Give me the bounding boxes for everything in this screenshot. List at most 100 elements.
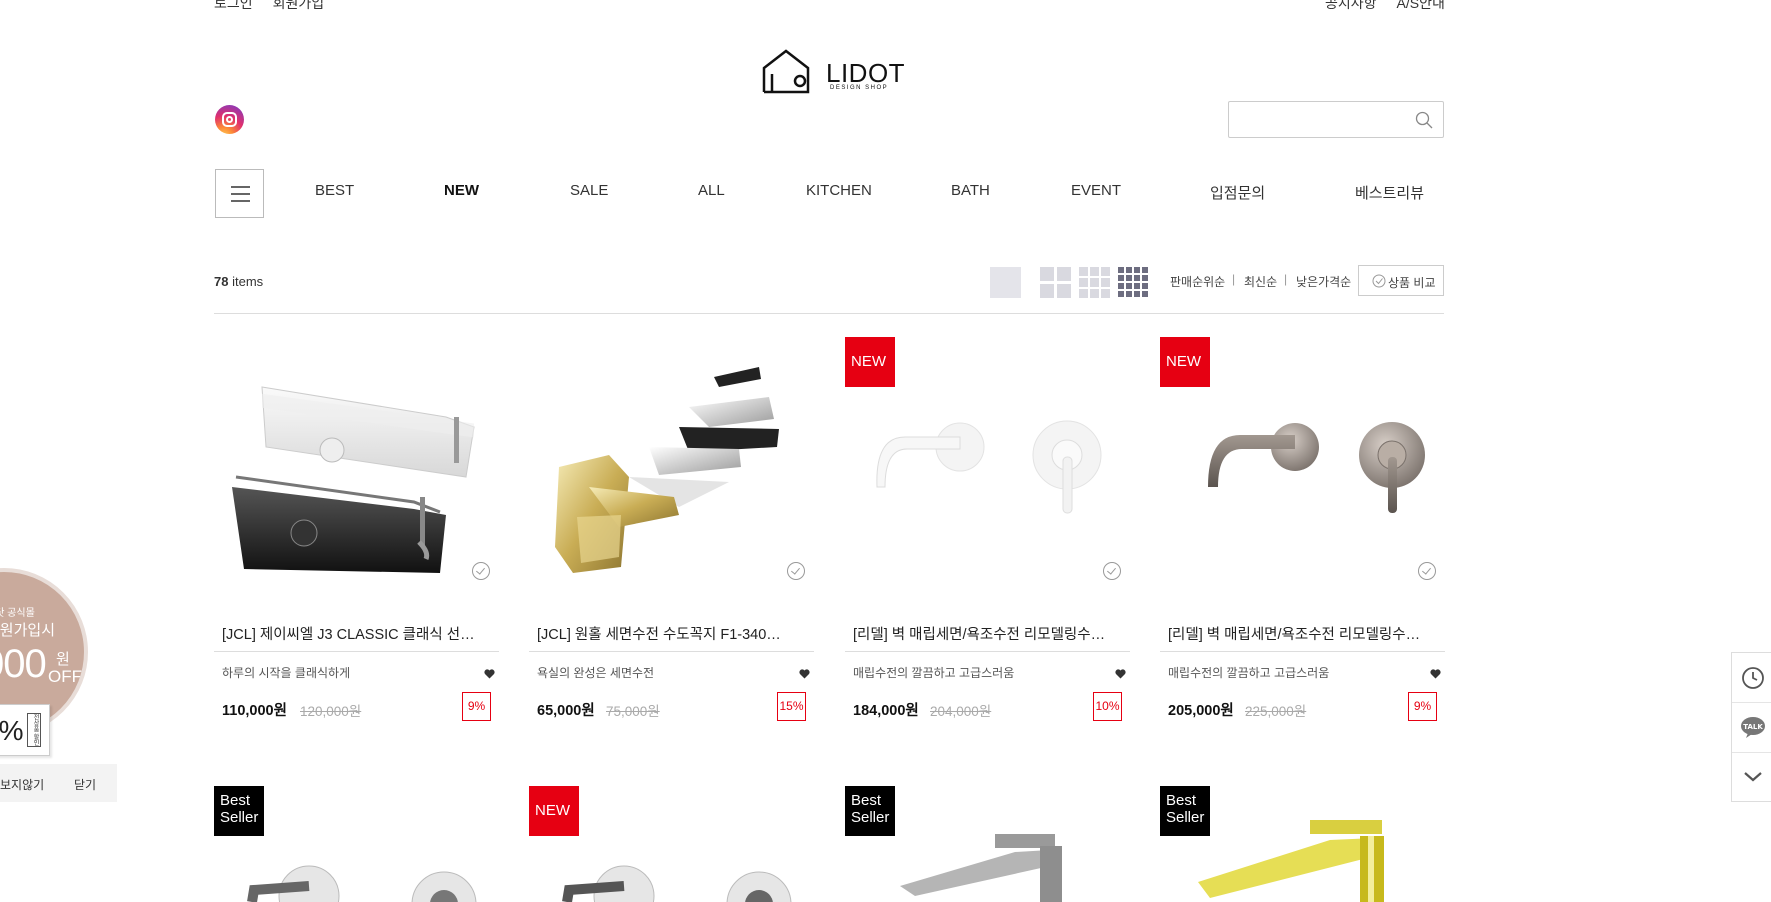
kakao-talk-button[interactable]: TALK [1732,702,1771,753]
compare-check-icon[interactable] [1103,562,1121,580]
svg-text:TALK: TALK [1743,723,1763,731]
divider [845,651,1130,652]
check-circle-icon [1372,274,1386,288]
notice-link[interactable]: 공지사항 [1325,0,1377,11]
logo-subtext: DESIGN SHOP [830,85,889,91]
shelf-mixer-image [232,386,475,573]
heart-icon[interactable] [484,669,495,679]
items-count-suffix: items [232,274,264,289]
product-image[interactable]: NEW [845,337,1130,617]
popup-line1: 리닷 공식몰 [0,608,35,619]
compare-check-icon[interactable] [1418,562,1436,580]
best-seller-badge: Best Seller [214,786,264,836]
product-price: 205,000원 [1168,703,1234,719]
sort-divider: | [1232,272,1236,286]
faucet-image [555,367,779,573]
instagram-icon[interactable] [215,105,244,134]
product-original-price: 75,000원 [606,704,660,719]
scroll-down-button[interactable] [1732,752,1771,803]
product-title[interactable]: [리델] 벽 매립세면/욕조수전 리모델링수전 G… [853,623,1118,644]
product-price: 184,000원 [853,703,919,719]
popup-unit: 원 [56,651,70,668]
nav-all[interactable]: ALL [698,182,725,199]
sort-newest[interactable]: 최신순 [1244,273,1277,290]
compare-label: 상품 비교 [1388,276,1436,290]
product-title[interactable]: [리델] 벽 매립세면/욕조수전 리모델링수전 G… [1168,623,1433,644]
divider [214,651,499,652]
nav-best-review[interactable]: 베스트리뷰 [1355,182,1424,203]
best-seller-badge: Best Seller [845,786,895,836]
util-left: 로그인 회원가입 [214,0,344,13]
compare-button[interactable]: 상품 비교 [1358,265,1444,296]
popup-line2: 회원가입시 [0,622,56,639]
heart-icon[interactable] [1115,669,1126,679]
coupon-ticket: 5% 전상품 할인 [0,704,50,756]
menu-button[interactable] [215,169,264,218]
product-title[interactable]: [JCL] 원홀 세면수전 수도꼭지 F1-340… [537,623,802,644]
product-desc: 하루의 시작을 클래식하게 [222,666,351,680]
product-original-price: 204,000원 [930,704,992,719]
view-1col-icon[interactable] [990,267,1021,298]
search-input[interactable] [1237,102,1421,137]
login-link[interactable]: 로그인 [214,0,253,11]
nav-sale[interactable]: SALE [570,182,608,199]
popup-off: OFF [48,667,82,686]
divider [1160,651,1445,652]
product-title[interactable]: [JCL] 제이씨엘 J3 CLASSIC 클래식 선반… [222,623,487,644]
compare-check-icon[interactable] [472,562,490,580]
house-logo-icon [762,49,810,94]
divider [214,313,1444,314]
product-image[interactable] [529,337,814,617]
popup-close-button[interactable]: 닫기 [74,776,96,793]
signup-link[interactable]: 회원가입 [273,0,325,11]
view-2col-icon[interactable] [1040,267,1071,298]
nav-event[interactable]: EVENT [1071,182,1121,199]
search-icon[interactable] [1415,111,1433,129]
compare-check-icon[interactable] [787,562,805,580]
product-image[interactable]: NEW [1160,337,1445,617]
best-seller-badge: Best Seller [1160,786,1210,836]
chevron-down-icon [1744,772,1762,782]
product-price: 65,000원 [537,703,595,719]
as-link[interactable]: A/S안내 [1397,0,1445,11]
nav-best[interactable]: BEST [315,182,354,199]
nav-kitchen[interactable]: KITCHEN [806,182,872,199]
heart-icon[interactable] [1430,669,1441,679]
quick-menu: TALK [1731,652,1771,802]
product-card[interactable]: Best Seller [1160,786,1445,902]
divider [529,651,814,652]
product-desc: 욕실의 완성은 세면수전 [537,666,655,680]
discount-badge: 9% [462,692,491,721]
logo[interactable]: LIDOT DESIGN SHOP [760,48,905,96]
recent-view-button[interactable] [1732,653,1771,703]
search-box [1228,101,1444,138]
product-desc: 매립수전의 깔끔하고 고급스러움 [853,666,1015,680]
nav-bath[interactable]: BATH [951,182,990,199]
view-4col-icon[interactable] [1118,267,1149,298]
ticket-percent: 5% [0,715,24,746]
discount-badge: 9% [1408,692,1437,721]
new-badge: NEW [529,786,579,836]
nav-inquiry[interactable]: 입점문의 [1210,182,1265,203]
sort-lowprice[interactable]: 낮은가격순 [1296,273,1351,290]
heart-icon[interactable] [799,669,810,679]
product-image[interactable] [214,337,499,617]
view-3col-icon[interactable] [1079,267,1110,298]
product-card[interactable]: Best Seller [214,786,499,902]
product-desc: 매립수전의 깔끔하고 고급스러움 [1168,666,1330,680]
discount-badge: 10% [1093,692,1122,721]
new-badge: NEW [845,337,895,387]
nav-new[interactable]: NEW [444,182,479,199]
items-count-number: 78 [214,274,229,289]
popup-controls: 보지않기 닫기 [0,764,117,802]
popup-hide-button[interactable]: 보지않기 [0,776,44,793]
product-original-price: 225,000원 [1245,704,1307,719]
util-right: 공지사항 A/S안내 [1325,0,1445,13]
talk-icon: TALK [1741,717,1765,738]
product-card[interactable]: NEW [529,786,814,902]
clock-icon [1742,667,1764,689]
sort-sales[interactable]: 판매순위순 [1170,273,1225,290]
signup-coupon-popup: 리닷 공식몰 회원가입시 000 원 OFF 5% 전상품 할인 보지않기 닫기 [0,568,120,804]
product-card[interactable]: Best Seller [845,786,1130,902]
new-badge: NEW [1160,337,1210,387]
